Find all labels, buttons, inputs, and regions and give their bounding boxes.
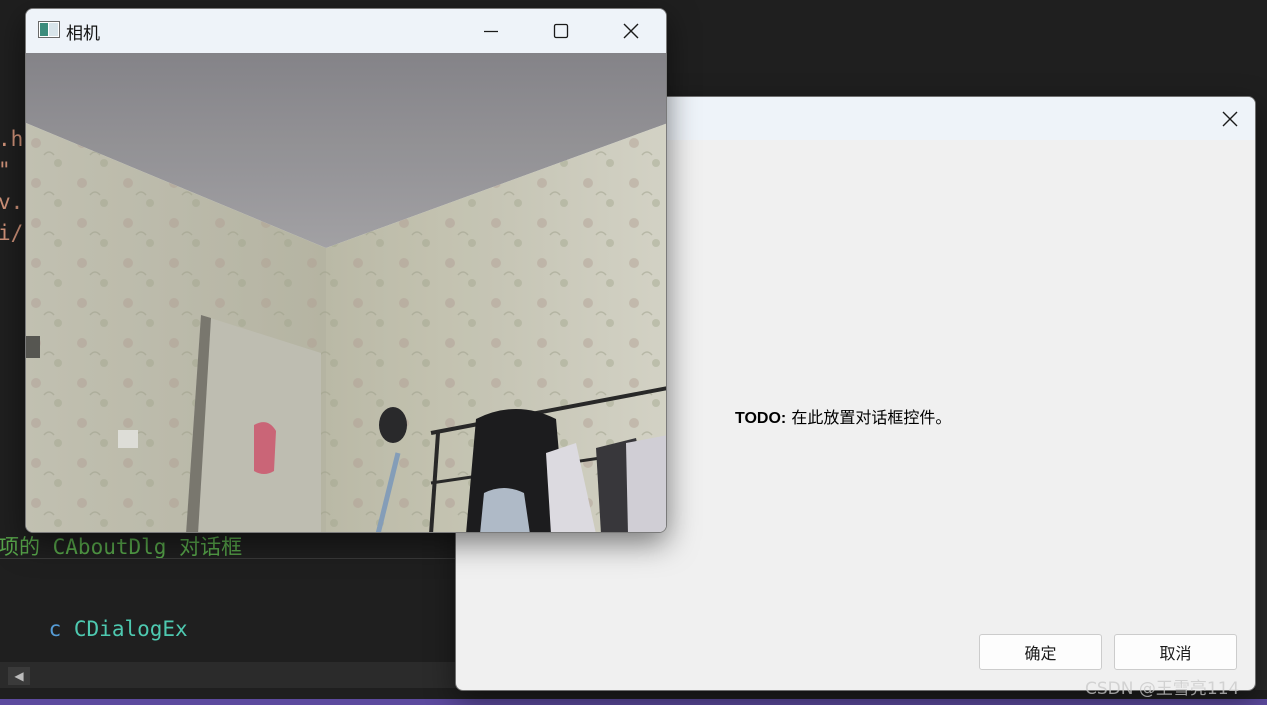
code-fragment: "	[0, 158, 11, 182]
camera-titlebar[interactable]: 相机	[26, 9, 666, 53]
code-fragment: v.	[0, 190, 24, 214]
dialog-close-button[interactable]	[1205, 97, 1255, 140]
cancel-button[interactable]: 取消	[1114, 634, 1237, 670]
code-fragment: .h	[0, 127, 24, 151]
code-type: CDialogEx	[73, 617, 188, 641]
camera-window: 相机	[25, 8, 667, 533]
minimize-icon	[484, 30, 498, 33]
close-button[interactable]	[596, 9, 666, 53]
scroll-left-icon[interactable]: ◀	[8, 667, 30, 685]
editor-divider	[0, 558, 460, 559]
todo-label: TODO:	[735, 410, 787, 427]
code-class-declaration: c CDialogEx	[0, 593, 188, 665]
camera-preview	[26, 53, 666, 532]
app-window-icon	[38, 21, 60, 38]
maximize-icon	[553, 23, 569, 39]
close-icon	[1222, 111, 1238, 126]
maximize-button[interactable]	[526, 9, 596, 53]
horizontal-scrollbar[interactable]: ◀	[0, 662, 460, 688]
ok-button[interactable]: 确定	[979, 634, 1102, 670]
status-bar	[0, 699, 1267, 705]
todo-text: 在此放置对话框控件。	[786, 408, 952, 427]
code-fragment: i/	[0, 221, 24, 245]
code-comment: 项的 CAboutDlg 对话框	[0, 535, 243, 559]
todo-static-text: TODO: 在此放置对话框控件。	[735, 404, 951, 428]
watermark: CSDN @王雪亮114	[1085, 679, 1240, 699]
camera-title: 相机	[66, 24, 100, 44]
close-icon	[623, 23, 639, 39]
editor-right-strip	[1255, 530, 1267, 690]
camera-frame-image	[26, 53, 666, 532]
minimize-button[interactable]	[456, 9, 526, 53]
code-keyword: c	[48, 617, 62, 641]
